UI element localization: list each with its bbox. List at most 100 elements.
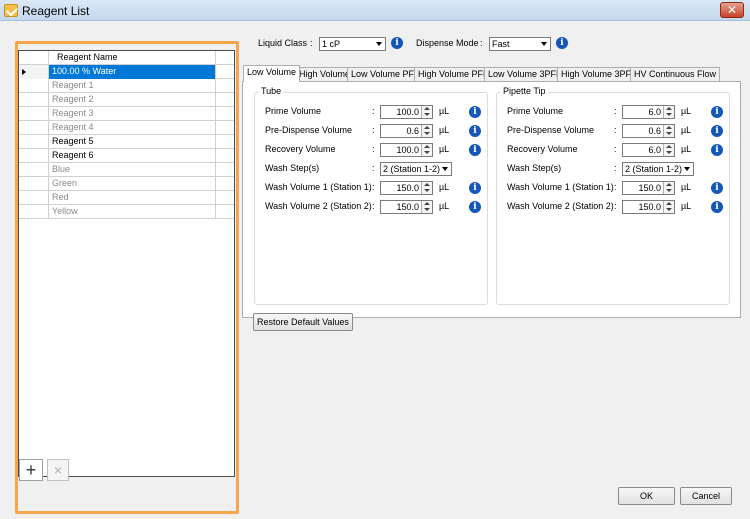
reagent-name-cell[interactable]: Green (49, 177, 216, 191)
spinner-icon[interactable] (421, 201, 432, 213)
restore-default-values-button[interactable]: Restore Default Values (253, 313, 353, 331)
table-row[interactable]: Red (19, 191, 234, 205)
info-icon[interactable]: i (711, 144, 723, 156)
info-icon[interactable]: i (469, 125, 481, 137)
info-icon[interactable]: i (469, 201, 481, 213)
dispense-mode-label: Dispense Mode (416, 38, 479, 48)
info-icon[interactable]: i (469, 144, 481, 156)
column-header-reagent-name[interactable]: Reagent Name (49, 51, 216, 65)
tip-wash-steps-select[interactable]: 2 (Station 1-2) (622, 162, 694, 176)
tab-high-volume[interactable]: High Volume (295, 67, 355, 81)
table-row[interactable]: Green (19, 177, 234, 191)
info-icon[interactable]: i (391, 37, 403, 49)
tab-low-volume-3pfe[interactable]: Low Volume 3PFE (484, 67, 567, 81)
tube-group-title: Tube (259, 86, 284, 96)
liquid-class-value: 1 cP (322, 39, 341, 49)
tip-prime-volume-input[interactable]: 6.0 (622, 105, 675, 119)
spinner-icon[interactable] (663, 201, 674, 213)
app-icon (4, 4, 18, 17)
info-icon[interactable]: i (556, 37, 568, 49)
tip-recovery-volume-input[interactable]: 6.0 (622, 143, 675, 157)
tube-wash-steps-select[interactable]: 2 (Station 1-2) (380, 162, 452, 176)
tube-recovery-volume-input[interactable]: 100.0 (380, 143, 433, 157)
recovery-volume-label: Recovery Volume (507, 144, 578, 154)
table-row[interactable]: Reagent 5 (19, 135, 234, 149)
row-header[interactable] (19, 177, 49, 191)
grid-header-row: Reagent Name (19, 51, 234, 65)
close-button[interactable]: ✕ (720, 2, 744, 18)
tab-hv-continuous-flow[interactable]: HV Continuous Flow (630, 67, 721, 81)
tube-wash-volume-2-input[interactable]: 150.0 (380, 200, 433, 214)
liquid-class-select[interactable]: 1 cP (319, 37, 386, 51)
tube-pre-dispense-volume-input[interactable]: 0.6 (380, 124, 433, 138)
cancel-button[interactable]: Cancel (680, 487, 732, 505)
reagent-name-cell[interactable]: Reagent 6 (49, 149, 216, 163)
tube-prime-volume-input[interactable]: 100.0 (380, 105, 433, 119)
table-row[interactable]: Yellow (19, 205, 234, 219)
spinner-icon[interactable] (421, 106, 432, 118)
tube-wash-volume-1-input[interactable]: 150.0 (380, 181, 433, 195)
table-row[interactable]: Reagent 3 (19, 107, 234, 121)
row-header[interactable] (19, 205, 49, 219)
colon: : (480, 38, 483, 48)
prime-volume-label: Prime Volume (507, 106, 564, 116)
row-header[interactable] (19, 107, 49, 121)
tab-low-volume-pfe[interactable]: Low Volume PFE (347, 67, 425, 81)
row-header[interactable] (19, 93, 49, 107)
info-icon[interactable]: i (469, 106, 481, 118)
spinner-icon[interactable] (663, 106, 674, 118)
row-header[interactable] (19, 191, 49, 205)
row-header[interactable] (19, 79, 49, 93)
reagent-name-cell[interactable]: 100.00 % Water (49, 65, 216, 79)
table-row[interactable]: Reagent 6 (19, 149, 234, 163)
table-row[interactable]: Reagent 2 (19, 93, 234, 107)
info-icon[interactable]: i (711, 182, 723, 194)
tip-wash-volume-2-input[interactable]: 150.0 (622, 200, 675, 214)
info-icon[interactable]: i (469, 182, 481, 194)
spinner-icon[interactable] (421, 182, 432, 194)
row-header[interactable] (19, 65, 49, 79)
spinner-icon[interactable] (421, 144, 432, 156)
table-row[interactable]: Blue (19, 163, 234, 177)
tab-high-volume-pfe[interactable]: High Volume PFE (414, 67, 494, 81)
wash-volume-2-label: Wash Volume 2 (Station 2) (507, 201, 614, 211)
pre-dispense-volume-label: Pre-Dispense Volume (507, 125, 595, 135)
current-row-arrow-icon (22, 69, 26, 75)
remove-reagent-button[interactable]: × (47, 459, 69, 481)
row-header[interactable] (19, 135, 49, 149)
row-header[interactable] (19, 163, 49, 177)
table-row[interactable]: Reagent 4 (19, 121, 234, 135)
title-bar: Reagent List ✕ (0, 0, 750, 21)
info-icon[interactable]: i (711, 106, 723, 118)
wash-volume-1-label: Wash Volume 1 (Station 1) (507, 182, 614, 192)
reagent-name-cell[interactable]: Reagent 4 (49, 121, 216, 135)
tab-high-volume-3pfe[interactable]: High Volume 3PFE (557, 67, 642, 81)
row-header[interactable] (19, 121, 49, 135)
tip-pre-dispense-volume-input[interactable]: 0.6 (622, 124, 675, 138)
tab-low-volume[interactable]: Low Volume (243, 65, 301, 82)
window-title: Reagent List (22, 4, 90, 18)
reagent-name-cell[interactable]: Reagent 3 (49, 107, 216, 121)
spinner-icon[interactable] (663, 144, 674, 156)
add-reagent-button[interactable]: + (19, 459, 43, 481)
reagent-name-cell[interactable]: Yellow (49, 205, 216, 219)
info-icon[interactable]: i (711, 125, 723, 137)
spinner-icon[interactable] (421, 125, 432, 137)
info-icon[interactable]: i (711, 201, 723, 213)
tip-wash-volume-1-input[interactable]: 150.0 (622, 181, 675, 195)
ok-button[interactable]: OK (618, 487, 675, 505)
table-row[interactable]: Reagent 1 (19, 79, 234, 93)
row-header[interactable] (19, 149, 49, 163)
reagent-name-cell[interactable]: Reagent 1 (49, 79, 216, 93)
reagent-name-cell[interactable]: Red (49, 191, 216, 205)
spinner-icon[interactable] (663, 125, 674, 137)
table-row[interactable]: 100.00 % Water (19, 65, 234, 79)
wash-volume-1-label: Wash Volume 1 (Station 1) (265, 182, 372, 192)
dispense-mode-select[interactable]: Fast (489, 37, 551, 51)
reagent-name-cell[interactable]: Reagent 2 (49, 93, 216, 107)
reagent-name-cell[interactable]: Blue (49, 163, 216, 177)
dispense-mode-value: Fast (492, 39, 510, 49)
recovery-volume-label: Recovery Volume (265, 144, 336, 154)
spinner-icon[interactable] (663, 182, 674, 194)
reagent-name-cell[interactable]: Reagent 5 (49, 135, 216, 149)
